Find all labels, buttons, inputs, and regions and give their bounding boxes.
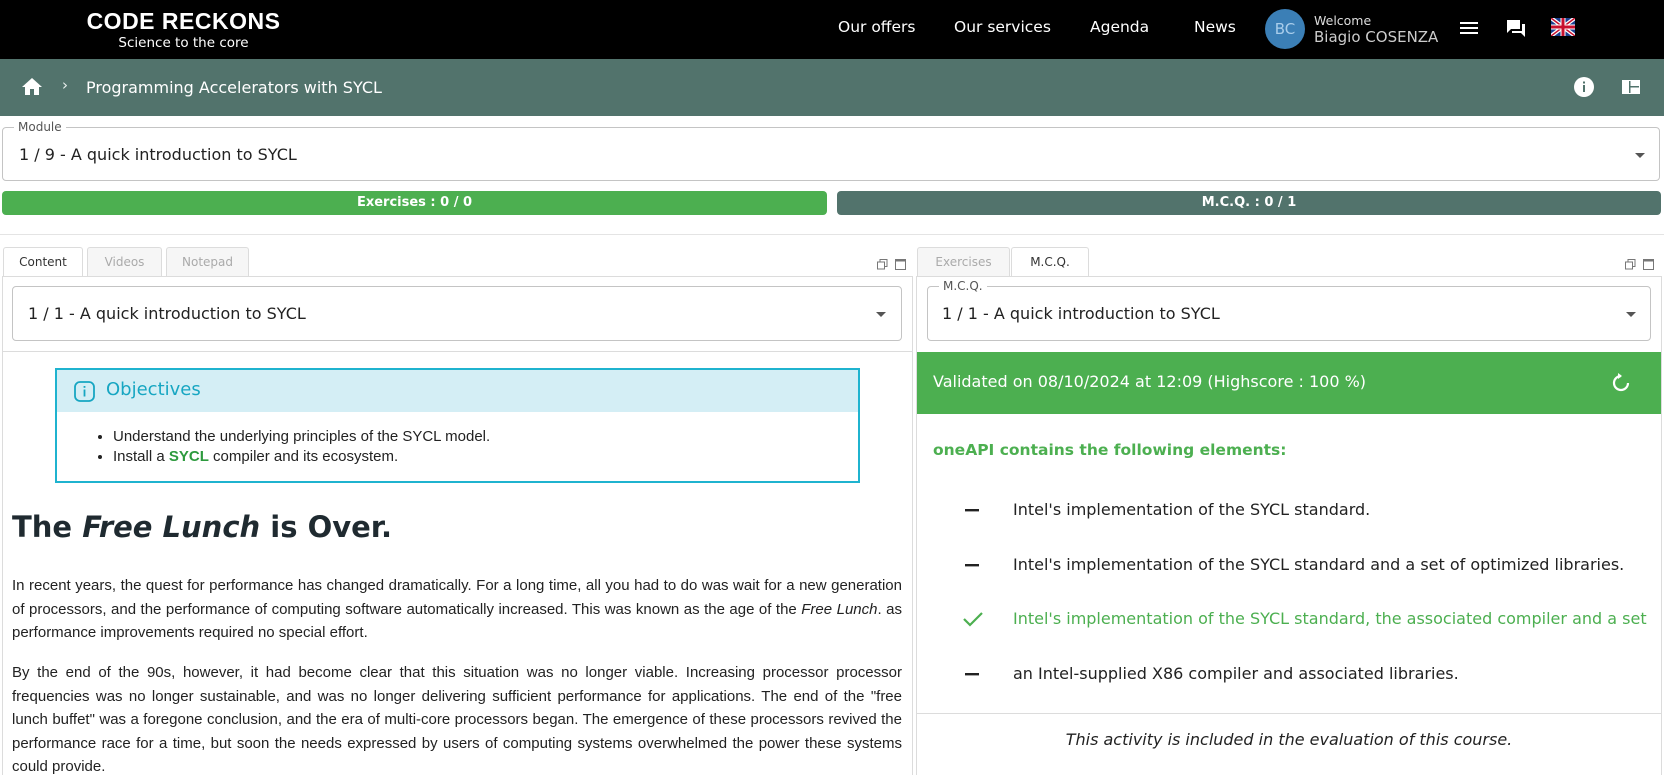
divider [917,713,1661,714]
tab-videos[interactable]: Videos [87,247,162,276]
answer-text: Intel's implementation of the SYCL stand… [1013,609,1647,628]
objectives-box: Objectives Understand the underlying pri… [55,368,860,483]
objectives-header: Objectives [57,370,858,412]
list-item: Install a SYCL compiler and its ecosyste… [113,447,490,467]
answer-option[interactable]: Intel's implementation of the SYCL stand… [917,491,1647,545]
title-text: is Over. [260,510,392,544]
breadcrumb: › Programming Accelerators with SYCL [0,59,1664,116]
nav-link-news[interactable]: News [1194,18,1236,36]
evaluation-note: This activity is included in the evaluat… [1065,730,1513,749]
info-icon [74,381,95,402]
retry-icon[interactable] [1610,372,1632,394]
article-paragraph: By the end of the 90s, however, it had b… [12,664,902,775]
mcq-progress: M.C.Q. : 0 / 1 [837,191,1661,215]
list-item: Understand the underlying principles of … [113,427,490,447]
answer-option[interactable]: Intel's implementation of the SYCL stand… [917,546,1647,600]
divider [0,234,1664,235]
answer-text: an Intel-supplied X86 compiler and assoc… [1013,664,1459,683]
sycl-highlight: SYCL [168,448,209,465]
module-select-value: 1 / 9 - A quick introduction to SYCL [19,145,297,164]
uk-flag-icon[interactable] [1549,16,1577,38]
info-icon[interactable] [1572,75,1596,99]
title-emphasis: Free Lunch [82,510,261,544]
maximize-window-icon[interactable] [1643,255,1654,270]
brand-logo[interactable]: CODE RECKONS Science to the core [76,8,291,52]
dash-icon [962,499,984,521]
chevron-down-icon [876,312,886,317]
menu-icon[interactable] [1457,16,1481,40]
answer-text: Intel's implementation of the SYCL stand… [1013,555,1625,574]
mcq-select-label: M.C.Q. [939,279,987,293]
objective-text: compiler and its ecosystem. [208,448,399,465]
brand-name: CODE RECKONS [86,8,281,34]
validated-banner: Validated on 08/10/2024 at 12:09 (Highsc… [917,352,1661,414]
chat-icon[interactable] [1504,16,1528,40]
answer-text: Intel's implementation of the SYCL stand… [1013,500,1371,519]
dash-icon [962,663,984,685]
answer-option-correct[interactable]: Intel's implementation of the SYCL stand… [917,600,1647,654]
paragraph-text: In recent years, the quest for performan… [12,577,902,618]
article-paragraph: In recent years, the quest for performan… [12,574,902,645]
title-text: The [12,510,83,544]
exercises-progress: Exercises : 0 / 0 [2,191,827,215]
objectives-title: Objectives [106,379,201,400]
restore-window-icon[interactable] [1625,255,1636,270]
user-name: Biagio COSENZA [1314,28,1439,46]
article-title: The Free Lunch is Over. [12,510,392,544]
paragraph-emphasis: Free Lunch [801,600,878,618]
dash-icon [962,554,984,576]
chapter-select-value: 1 / 1 - A quick introduction to SYCL [28,304,306,323]
nav-link-our-services[interactable]: Our services [954,18,1051,36]
chevron-down-icon [1626,312,1636,317]
question-text: oneAPI contains the following elements: [933,441,1287,459]
nav-link-agenda[interactable]: Agenda [1090,18,1149,36]
home-icon[interactable] [20,75,44,99]
validated-text: Validated on 08/10/2024 at 12:09 (Highsc… [933,372,1367,391]
nav-link-our-offers[interactable]: Our offers [838,18,915,36]
layout-icon[interactable] [1619,75,1643,99]
welcome-label: Welcome [1314,13,1372,28]
tab-content[interactable]: Content [3,247,83,277]
chapter-select[interactable]: 1 / 1 - A quick introduction to SYCL [12,286,902,341]
objective-text: Install a [113,448,169,465]
tab-exercises[interactable]: Exercises [917,247,1010,276]
avatar[interactable]: BC [1265,9,1305,49]
objectives-list: Understand the underlying principles of … [97,427,490,467]
answer-option[interactable]: an Intel-supplied X86 compiler and assoc… [917,655,1647,709]
tab-notepad[interactable]: Notepad [166,247,249,276]
mcq-select-value: 1 / 1 - A quick introduction to SYCL [942,304,1220,323]
mcq-select[interactable]: M.C.Q. 1 / 1 - A quick introduction to S… [927,279,1651,341]
page-title: Programming Accelerators with SYCL [86,78,382,97]
check-icon [962,608,984,630]
user-welcome[interactable]: Welcome Biagio COSENZA [1314,12,1438,46]
module-select-label: Module [14,120,66,134]
breadcrumb-separator: › [62,76,68,94]
top-navbar: CODE RECKONS Science to the core Our off… [0,0,1664,59]
chevron-down-icon [1635,153,1645,158]
restore-window-icon[interactable] [877,255,888,270]
brand-tagline: Science to the core [118,35,249,51]
section-divider [2,351,913,352]
maximize-window-icon[interactable] [895,255,906,270]
tab-mcq[interactable]: M.C.Q. [1011,247,1089,277]
module-select[interactable]: Module 1 / 9 - A quick introduction to S… [2,120,1660,181]
